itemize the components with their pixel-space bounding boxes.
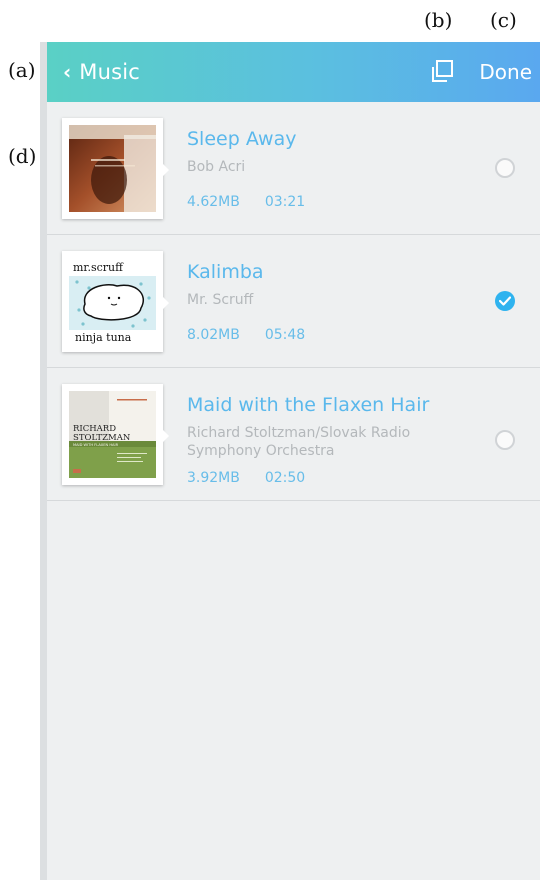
track-duration: 02:50: [264, 470, 306, 486]
track-row[interactable]: mr.scruff ninja tuna Kalimba Mr. Scruff …: [47, 235, 540, 368]
track-artist: Richard Stoltzman/Slovak Radio Symphony …: [187, 425, 411, 459]
album-art-text-top: mr.scruff: [73, 261, 124, 274]
annotation-b: (b): [424, 8, 453, 32]
track-duration: 03:21: [264, 194, 306, 210]
device-edge: [40, 42, 47, 880]
track-row[interactable]: Sleep Away Bob Acri 4.62MB 03:21: [47, 102, 540, 235]
album-art-text-line2: STOLTZMAN: [73, 433, 131, 443]
music-picker-screen: ‹ Music Done Sleep Away Bob Acri 4.62MB …: [47, 42, 540, 880]
select-radio[interactable]: [495, 158, 515, 178]
copy-icon: [432, 60, 453, 82]
track-meta: 8.02MB 05:48: [187, 327, 305, 343]
track-title: Sleep Away: [187, 128, 297, 150]
track-duration: 05:48: [264, 327, 306, 343]
album-art-text-bottom: ninja tuna: [75, 331, 132, 344]
select-radio-checked[interactable]: [495, 291, 515, 311]
chevron-left-icon: ‹: [63, 60, 72, 84]
track-meta: 3.92MB 02:50: [187, 470, 305, 486]
select-radio[interactable]: [495, 430, 515, 450]
track-size: 4.62MB: [187, 194, 240, 210]
track-artist: Bob Acri: [187, 159, 246, 175]
back-label: Music: [79, 60, 140, 84]
header-bar: ‹ Music Done: [47, 42, 540, 102]
annotation-d: (d): [8, 144, 37, 168]
annotation-a: (a): [8, 58, 36, 82]
track-title: Kalimba: [187, 261, 264, 283]
track-size: 8.02MB: [187, 327, 240, 343]
track-meta: 4.62MB 03:21: [187, 194, 305, 210]
track-row[interactable]: RICHARD STOLTZMAN MAID WITH FLAXEN HAIR …: [47, 368, 540, 501]
back-button[interactable]: ‹ Music: [63, 42, 140, 102]
album-art-text-line3: MAID WITH FLAXEN HAIR: [73, 443, 119, 447]
album-art-sleep-away: [62, 118, 169, 219]
checkmark-icon: [499, 296, 511, 306]
done-button[interactable]: Done: [479, 42, 532, 102]
track-list: Sleep Away Bob Acri 4.62MB 03:21 mr.scru…: [47, 102, 540, 501]
album-art-ninja-tuna: mr.scruff ninja tuna: [62, 251, 169, 352]
album-art-richard-stoltzman: RICHARD STOLTZMAN MAID WITH FLAXEN HAIR: [62, 384, 169, 485]
track-artist: Mr. Scruff: [187, 292, 254, 308]
annotation-c: (c): [490, 8, 517, 32]
copy-button[interactable]: [428, 59, 456, 85]
track-title: Maid with the Flaxen Hair: [187, 394, 430, 416]
track-size: 3.92MB: [187, 470, 240, 486]
